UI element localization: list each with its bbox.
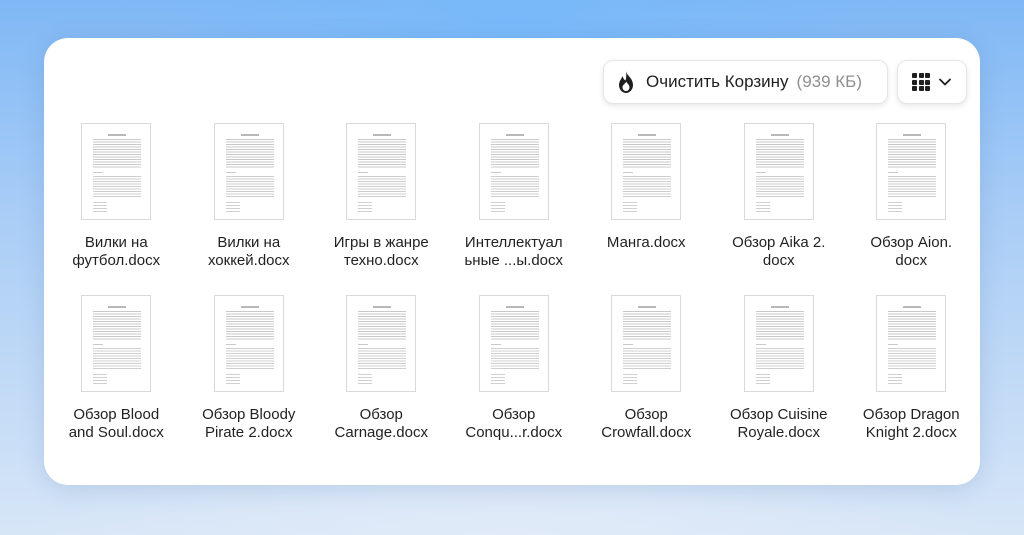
file-row: Обзор Blood and Soul.docx Обзор Bloody P… — [50, 295, 978, 442]
file-item[interactable]: Обзор Bloody Pirate 2.docx — [183, 295, 316, 442]
fire-icon — [619, 71, 633, 93]
file-item[interactable]: Игры в жанре техно.docx — [315, 123, 448, 270]
file-item[interactable]: Обзор Aion. docx — [845, 123, 978, 270]
file-name: Интеллектуал ьные ...ы.docx — [464, 234, 564, 269]
file-item[interactable]: Обзор Crowfall.docx — [580, 295, 713, 442]
file-name: Обзор Dragon Knight 2.docx — [862, 406, 960, 441]
document-thumbnail — [346, 295, 417, 392]
document-thumbnail — [213, 295, 284, 392]
file-name: Обзор Conqu...r.docx — [465, 406, 563, 441]
document-thumbnail — [213, 123, 284, 220]
trash-panel: Очистить Корзину (939 КБ) Вилки на футбо… — [44, 38, 980, 485]
empty-trash-button[interactable]: Очистить Корзину (939 КБ) — [603, 60, 888, 104]
file-name: Обзор Blood and Soul.docx — [68, 406, 164, 441]
file-item[interactable]: Обзор Conqu...r.docx — [448, 295, 581, 442]
chevron-down-icon — [939, 78, 951, 86]
file-name: Вилки на хоккей.docx — [207, 234, 290, 269]
file-item[interactable]: Интеллектуал ьные ...ы.docx — [448, 123, 581, 270]
file-item[interactable]: Манга.docx — [580, 123, 713, 270]
file-row: Вилки на футбол.docx Вилки на хоккей.doc… — [50, 123, 978, 270]
document-thumbnail — [611, 295, 682, 392]
document-thumbnail — [81, 123, 152, 220]
empty-trash-label: Очистить Корзину — [646, 72, 789, 91]
document-thumbnail — [81, 295, 152, 392]
file-name: Обзор Cuisine Royale.docx — [729, 406, 828, 441]
file-item[interactable]: Обзор Cuisine Royale.docx — [713, 295, 846, 442]
trash-size: (939 КБ) — [796, 72, 862, 91]
document-thumbnail — [611, 123, 682, 220]
file-item[interactable]: Обзор Aika 2. docx — [713, 123, 846, 270]
file-item[interactable]: Обзор Dragon Knight 2.docx — [845, 295, 978, 442]
document-thumbnail — [346, 123, 417, 220]
file-name: Обзор Crowfall.docx — [601, 406, 692, 441]
grid-view-icon — [912, 73, 930, 91]
document-thumbnail — [876, 123, 947, 220]
file-item[interactable]: Вилки на хоккей.docx — [183, 123, 316, 270]
document-thumbnail — [478, 295, 549, 392]
file-name: Обзор Bloody Pirate 2.docx — [202, 406, 296, 441]
file-item[interactable]: Вилки на футбол.docx — [50, 123, 183, 270]
view-mode-button[interactable] — [897, 60, 967, 104]
document-thumbnail — [743, 295, 814, 392]
document-thumbnail — [478, 123, 549, 220]
file-name: Обзор Aika 2. docx — [732, 234, 826, 269]
toolbar: Очистить Корзину (939 КБ) — [603, 60, 967, 104]
file-item[interactable]: Обзор Blood and Soul.docx — [50, 295, 183, 442]
file-name: Вилки на футбол.docx — [72, 234, 161, 269]
document-thumbnail — [876, 295, 947, 392]
file-name: Игры в жанре техно.docx — [333, 234, 429, 269]
document-thumbnail — [743, 123, 814, 220]
file-grid: Вилки на футбол.docx Вилки на хоккей.doc… — [50, 123, 978, 442]
file-name: Обзор Carnage.docx — [334, 406, 428, 441]
file-item[interactable]: Обзор Carnage.docx — [315, 295, 448, 442]
file-name: Обзор Aion. docx — [870, 234, 953, 269]
file-name: Манга.docx — [606, 234, 686, 251]
